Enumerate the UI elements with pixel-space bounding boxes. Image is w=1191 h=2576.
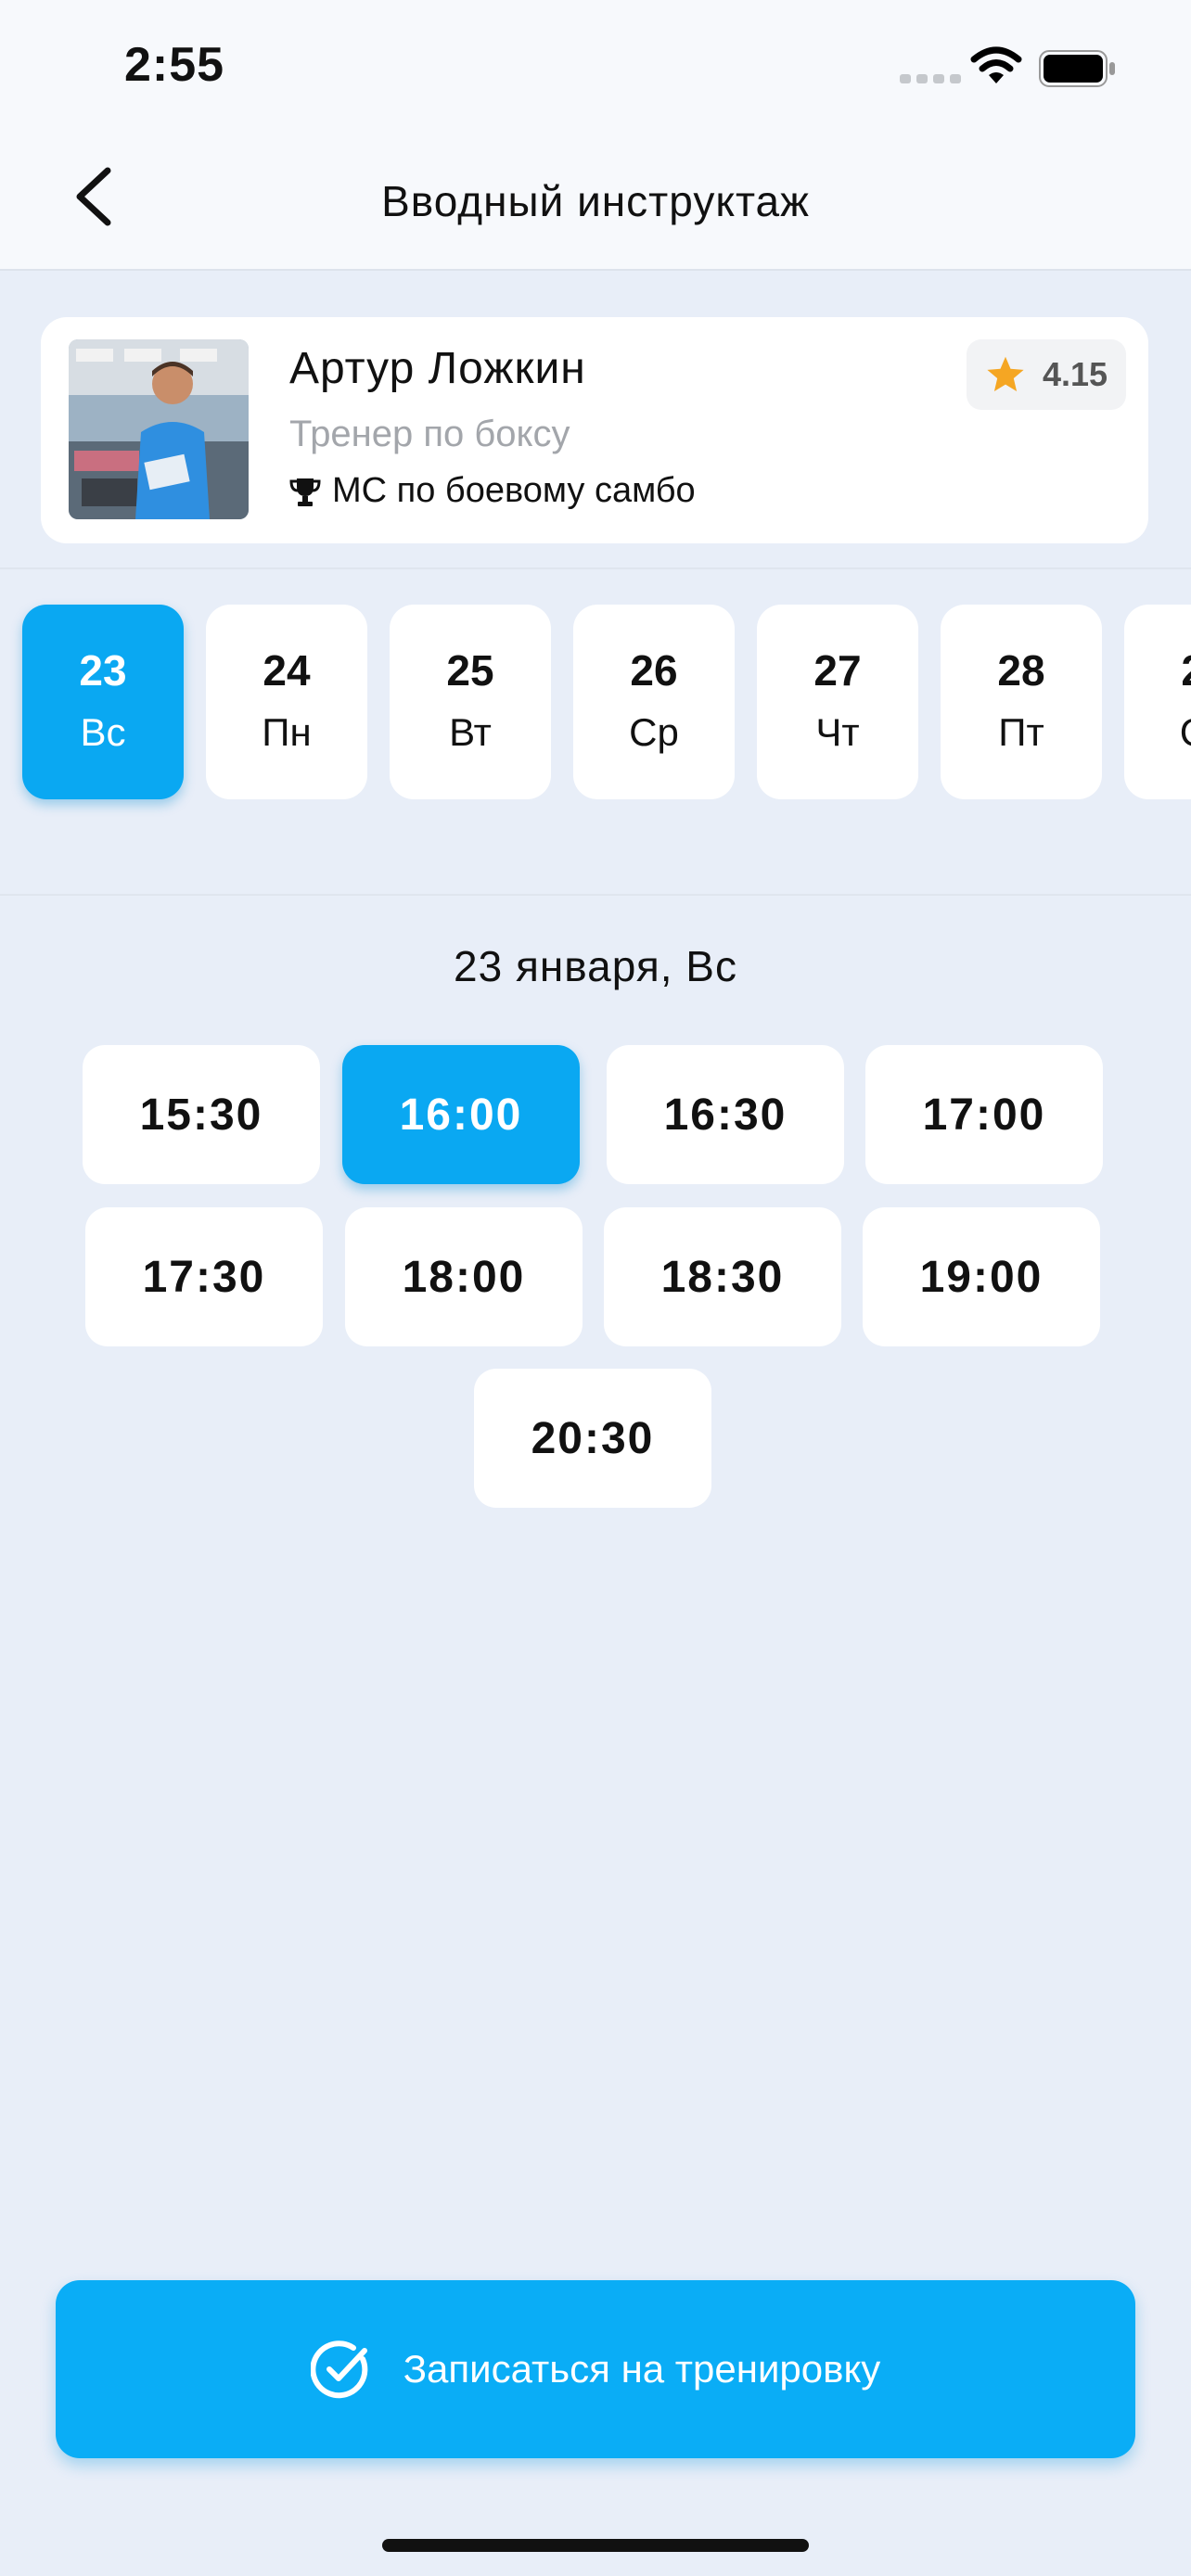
time-slot-selected[interactable]: 16:00 — [342, 1045, 580, 1184]
day-name: Ср — [629, 710, 679, 754]
star-icon — [987, 356, 1024, 391]
day-name: Чт — [815, 710, 860, 754]
day-number: 27 — [813, 646, 862, 695]
time-slot[interactable]: 15:30 — [83, 1045, 320, 1184]
divider — [0, 567, 1191, 569]
day-number: 28 — [997, 646, 1045, 695]
trophy-icon — [289, 478, 321, 506]
check-circle-icon — [310, 2340, 367, 2399]
time-slot[interactable]: 17:00 — [865, 1045, 1103, 1184]
trainer-name: Артур Ложкин — [289, 344, 586, 393]
time-slot[interactable]: 19:00 — [863, 1207, 1100, 1346]
day-number: 25 — [446, 646, 494, 695]
day-chip-24[interactable]: 24 Пн — [206, 605, 367, 799]
day-chip-27[interactable]: 27 Чт — [757, 605, 918, 799]
day-name: Сб — [1124, 710, 1191, 755]
trainer-achievement: МС по боевому самбо — [289, 471, 696, 511]
time-slot[interactable]: 18:00 — [345, 1207, 583, 1346]
trainer-role: Тренер по боксу — [289, 414, 570, 454]
time-slot[interactable]: 18:30 — [604, 1207, 841, 1346]
book-button-label: Записаться на тренировку — [403, 2347, 881, 2391]
selected-date-label: 23 января, Вс — [454, 942, 737, 990]
day-name: Вт — [449, 710, 492, 754]
day-number: 23 — [79, 646, 127, 695]
status-time: 2:55 — [124, 38, 225, 92]
day-name: Вс — [80, 710, 126, 754]
day-number: 26 — [630, 646, 678, 695]
time-slot[interactable]: 16:30 — [607, 1045, 844, 1184]
nav-bar: Вводный инструктаж — [0, 130, 1191, 271]
time-slot[interactable]: 17:30 — [85, 1207, 323, 1346]
day-name: Пт — [998, 710, 1044, 754]
divider — [0, 894, 1191, 896]
day-chip-28[interactable]: 28 Пт — [941, 605, 1102, 799]
day-number: 29 — [1124, 645, 1191, 695]
trainer-card[interactable]: Артур Ложкин Тренер по боксу МС по боево… — [41, 317, 1148, 543]
page-title: Вводный инструктаж — [381, 177, 810, 225]
day-chip-23[interactable]: 23 Вс — [22, 605, 184, 799]
day-chip-25[interactable]: 25 Вт — [390, 605, 551, 799]
trainer-avatar — [69, 339, 249, 519]
book-training-button[interactable]: Записаться на тренировку — [56, 2280, 1135, 2458]
status-bar: 2:55 — [0, 0, 1191, 130]
battery-icon — [1039, 50, 1115, 87]
rating-value: 4.15 — [1042, 355, 1108, 393]
rating-badge: 4.15 — [967, 339, 1126, 410]
home-indicator — [382, 2539, 809, 2552]
day-chip-29[interactable]: 29 Сб — [1124, 605, 1191, 799]
day-number: 24 — [263, 646, 311, 695]
wifi-icon — [970, 46, 1022, 83]
achievement-label: МС по боевому самбо — [332, 471, 696, 510]
time-slot[interactable]: 20:30 — [474, 1369, 711, 1508]
date-picker: 23 Вс 24 Пн 25 Вт 26 Ср 27 Чт 28 Пт 29 С… — [0, 605, 1191, 799]
day-name: Пн — [262, 710, 312, 754]
day-chip-26[interactable]: 26 Ср — [573, 605, 735, 799]
cellular-signal-icon — [900, 74, 961, 83]
